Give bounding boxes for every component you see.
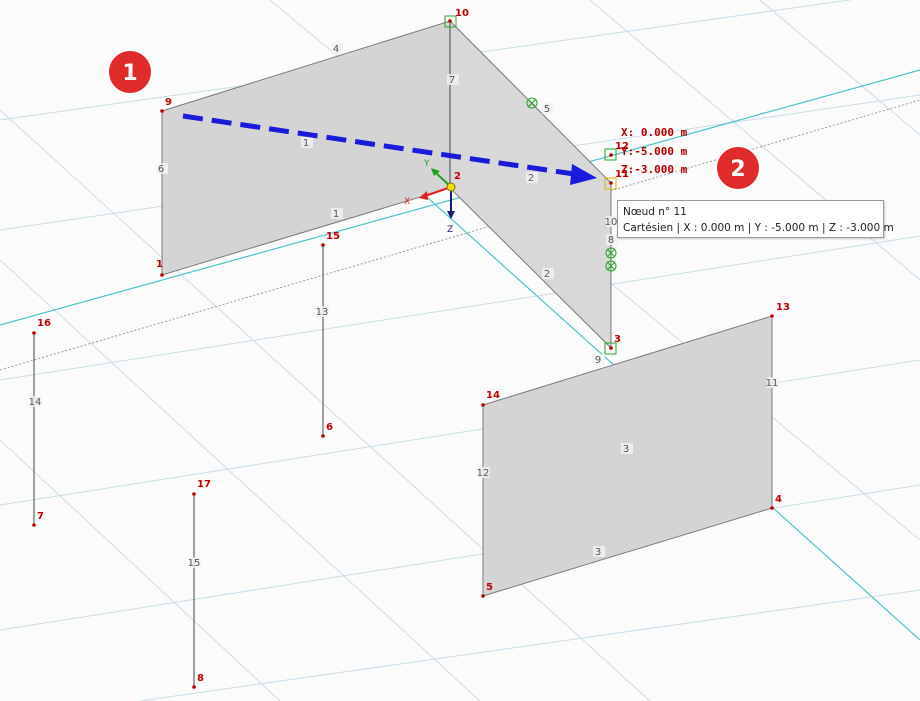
member-label-13: 10 [605, 217, 618, 228]
svg-text:1: 1 [122, 61, 137, 86]
svg-text:2: 2 [730, 157, 745, 182]
node-3[interactable] [609, 346, 613, 350]
surfaces [161, 19, 773, 597]
node-label-16: 16 [37, 318, 51, 329]
node-label-7: 7 [37, 511, 44, 522]
step-badge-2: 2 [715, 145, 761, 191]
node-label-8: 8 [197, 673, 204, 684]
node-6[interactable] [321, 434, 325, 438]
node-5[interactable] [481, 594, 485, 598]
node-label-5: 5 [486, 582, 493, 593]
member-label-8: 5 [544, 104, 550, 115]
axis-y-label: Y [423, 159, 430, 169]
member-label-9: 6 [158, 164, 164, 175]
coord-x: X: 0.000 m [621, 126, 688, 139]
node-1[interactable] [160, 273, 164, 277]
tooltip-title: Nœud n° 11 [623, 206, 687, 218]
node-12[interactable] [609, 153, 613, 157]
node-13[interactable] [770, 314, 774, 318]
coord-y: Y:-5.000 m [621, 145, 688, 158]
member-label-1: 1 [303, 138, 309, 149]
member-label-16: 13 [316, 307, 329, 318]
node-label-10: 10 [455, 8, 469, 19]
member-label-5: 3 [623, 444, 629, 455]
node-label-17: 17 [197, 479, 211, 490]
node-label-14: 14 [486, 390, 500, 401]
member-label-4: 2 [544, 269, 550, 280]
node-tooltip: Nœud n° 11 Cartésien | X : 0.000 m | Y :… [617, 200, 894, 238]
axis-x-label: X [404, 197, 410, 207]
node-8[interactable] [192, 685, 196, 689]
node-14[interactable] [481, 403, 485, 407]
member-label-10: 7 [449, 75, 455, 86]
tooltip-detail: Cartésien | X : 0.000 m | Y : -5.000 m |… [623, 222, 894, 234]
3d-model-canvas[interactable]: 112233456789101112131415 123456789101112… [0, 0, 920, 701]
node-4[interactable] [770, 506, 774, 510]
coord-z: Z:-3.000 m [621, 163, 688, 176]
node-17[interactable] [192, 492, 196, 496]
surface-3[interactable] [482, 315, 773, 597]
node-label-2: 2 [454, 171, 461, 182]
member-label-14: 11 [766, 378, 779, 389]
member-label-18: 15 [188, 558, 201, 569]
node-label-13: 13 [776, 302, 790, 313]
node-label-9: 9 [165, 97, 172, 108]
node-label-15: 15 [326, 231, 340, 242]
member-label-12: 9 [595, 355, 601, 366]
node-9[interactable] [160, 109, 164, 113]
node-label-6: 6 [326, 422, 333, 433]
node-7[interactable] [32, 523, 36, 527]
member-label-7: 4 [333, 44, 339, 55]
node-label-4: 4 [775, 494, 782, 505]
member-label-17: 14 [29, 397, 42, 408]
step-badge-1: 1 [107, 49, 153, 95]
node-10[interactable] [448, 19, 452, 23]
node-label-1: 1 [156, 259, 163, 270]
member-label-6: 3 [595, 547, 601, 558]
axis-z-label: Z [447, 225, 453, 235]
member-label-3: 2 [528, 173, 534, 184]
member-label-2: 1 [333, 209, 339, 220]
coordinate-readout: X: 0.000 m Y:-5.000 m Z:-3.000 m [621, 126, 688, 176]
node-label-3: 3 [614, 334, 621, 345]
node-11[interactable] [609, 181, 613, 185]
model-viewport[interactable]: 1 1 2 2 3 3 4 5 6 7 8 9 10 11 12 13 14 15 1 2 3 4 5 6 7 8 9 10 11 12… [0, 0, 920, 701]
node-15[interactable] [321, 243, 325, 247]
surface-5[interactable] [449, 19, 612, 350]
member-label-11: 8 [608, 235, 614, 246]
node-16[interactable] [32, 331, 36, 335]
member-label-15: 12 [477, 468, 490, 479]
